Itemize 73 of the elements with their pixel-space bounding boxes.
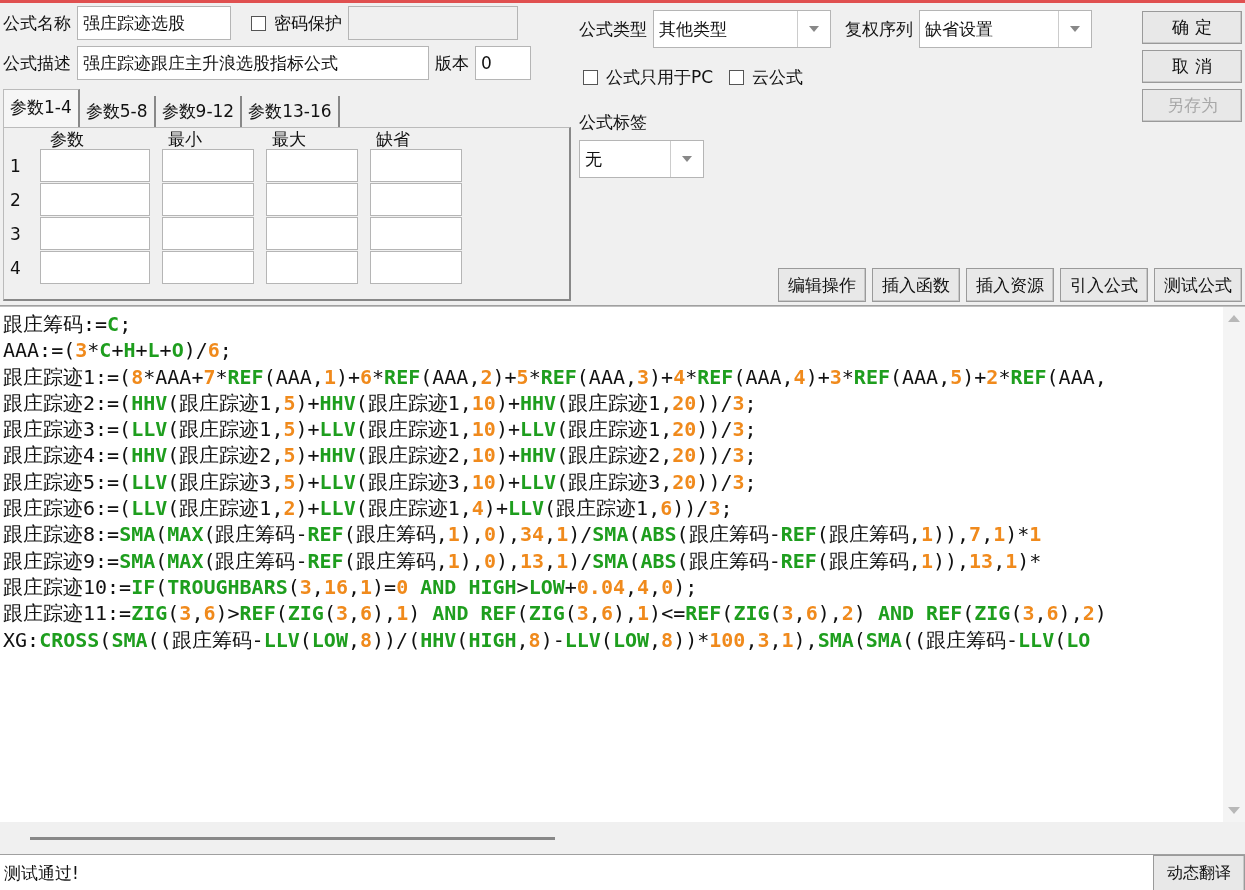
input-field[interactable] — [370, 149, 462, 182]
input-field[interactable] — [266, 251, 358, 284]
scroll-down-icon[interactable] — [1227, 806, 1241, 816]
code-line: 跟庄踪迹1:=(8*AAA+7*REF(AAA,1)+6*REF(AAA,2)+5*REF(AAA,3)+4*REF(AAA,4)+3*REF(AAA,5)+2*REF(AAA, — [3, 363, 1107, 390]
caret-icon — [809, 26, 819, 32]
input-field[interactable] — [162, 217, 254, 250]
row-number: 3 — [10, 223, 22, 244]
field-label: 版本 — [435, 51, 469, 75]
input-field[interactable] — [370, 183, 462, 216]
input-field[interactable]: 强庄踪迹跟庄主升浪选股指标公式 — [77, 46, 429, 80]
caret-icon — [682, 156, 692, 162]
field-label: 公式类型 — [579, 17, 647, 41]
input-field[interactable]: 0 — [475, 46, 531, 80]
code-line: 跟庄踪迹9:=SMA(MAX(跟庄筹码-REF(跟庄筹码,1),0),13,1)/SMA(ABS(跟庄筹码-REF(跟庄筹码,1)),13,1)* — [3, 547, 1042, 574]
row-number: 1 — [10, 155, 22, 176]
column-header: 最大 — [271, 130, 307, 148]
code-line: 跟庄踪迹11:=ZIG(3,6)>REF(ZIG(3,6),1) AND REF(ZIG(3,6),1)<=REF(ZIG(3,6),2) AND REF(ZIG(3,6),2) — [3, 600, 1107, 627]
input-field[interactable] — [266, 149, 358, 182]
checkbox-label: 公式只用于PC — [606, 65, 714, 89]
input-field[interactable] — [162, 149, 254, 182]
field-label: 公式标签 — [579, 111, 648, 134]
input-field[interactable] — [370, 251, 462, 284]
button[interactable]: 插入函数 — [872, 268, 960, 302]
input-field[interactable] — [40, 217, 150, 250]
code-line: AAA:=(3*C+H+L+O)/6; — [3, 337, 232, 364]
input-field[interactable] — [348, 6, 518, 40]
code-line: 跟庄踪迹5:=(LLV(跟庄踪迹3,5)+LLV(跟庄踪迹3,10)+LLV(跟庄踪迹3,20))/3; — [3, 468, 757, 496]
input-field[interactable] — [40, 251, 150, 284]
input-field[interactable] — [370, 217, 462, 250]
button[interactable]: 编辑操作 — [778, 268, 866, 302]
input-field[interactable] — [162, 251, 254, 284]
checkbox[interactable] — [251, 15, 266, 31]
input-field[interactable] — [40, 149, 150, 182]
input-field[interactable] — [266, 183, 358, 216]
button[interactable]: 确 定 — [1142, 11, 1242, 44]
scroll-up-icon[interactable] — [1227, 313, 1241, 323]
row-number: 4 — [10, 257, 22, 278]
code-line: 跟庄踪迹3:=(LLV(跟庄踪迹1,5)+LLV(跟庄踪迹1,10)+LLV(跟庄踪迹1,20))/3; — [3, 416, 757, 443]
code-line: 跟庄踪迹8:=SMA(MAX(跟庄筹码-REF(跟庄筹码,1),0),34,1)/SMA(ABS(跟庄筹码-REF(跟庄筹码,1)),7,1)*1 — [3, 521, 1042, 548]
button[interactable]: 引入公式 — [1060, 268, 1148, 302]
column-header: 缺省 — [375, 130, 411, 148]
field-label: 公式描述 — [3, 51, 71, 75]
field-label: 复权序列 — [845, 17, 913, 41]
button[interactable]: 测试公式 — [1154, 268, 1242, 302]
checkbox-label: 密码保护 — [274, 11, 342, 35]
dropdown[interactable]: 其他类型 — [653, 10, 831, 48]
code-line: 跟庄踪迹6:=(LLV(跟庄踪迹1,2)+LLV(跟庄踪迹1,4)+LLV(跟庄踪迹1,6))/3; — [3, 495, 733, 522]
input-field[interactable] — [162, 183, 254, 216]
column-header: 最小 — [167, 130, 203, 148]
horizontal-scrollbar[interactable] — [30, 836, 555, 840]
vertical-scrollbar[interactable] — [1223, 307, 1245, 822]
caret-icon — [1070, 26, 1080, 32]
checkbox-label: 云公式 — [752, 65, 804, 89]
checkbox[interactable] — [729, 69, 745, 85]
input-field[interactable]: 强庄踪迹选股 — [77, 6, 231, 40]
button[interactable]: 取 消 — [1142, 50, 1242, 83]
button[interactable]: 插入资源 — [966, 268, 1054, 302]
input-field[interactable] — [40, 183, 150, 216]
code-line: 跟庄踪迹2:=(HHV(跟庄踪迹1,5)+HHV(跟庄踪迹1,10)+HHV(跟庄踪迹1,20))/3; — [3, 389, 757, 417]
tab[interactable]: 参数1-4 — [3, 89, 80, 127]
checkbox[interactable] — [583, 69, 598, 85]
row-number: 2 — [10, 189, 22, 210]
column-header: 参数 — [49, 130, 85, 148]
status-message: 测试通过! — [3, 862, 80, 885]
dropdown[interactable]: 无 — [579, 140, 704, 178]
code-line: 跟庄踪迹10:=IF(TROUGHBARS(3,16,1)=0 AND HIGH>LOW+0.04,4,0); — [3, 573, 698, 601]
code-line: XG:CROSS(SMA((跟庄筹码-LLV(LOW,8))/(HHV(HIGH,8)-LLV(LOW,8))*100,3,1),SMA(SMA((跟庄筹码-LLV(LO — [3, 626, 1091, 653]
code-line: 跟庄踪迹4:=(HHV(跟庄踪迹2,5)+HHV(跟庄踪迹2,10)+HHV(跟庄踪迹2,20))/3; — [3, 442, 757, 469]
input-field[interactable] — [266, 217, 358, 250]
code-line: 跟庄筹码:=C; — [3, 311, 132, 338]
dropdown[interactable]: 缺省设置 — [919, 10, 1092, 48]
field-label: 公式名称 — [3, 11, 71, 35]
button[interactable]: 动态翻译 — [1153, 855, 1245, 890]
